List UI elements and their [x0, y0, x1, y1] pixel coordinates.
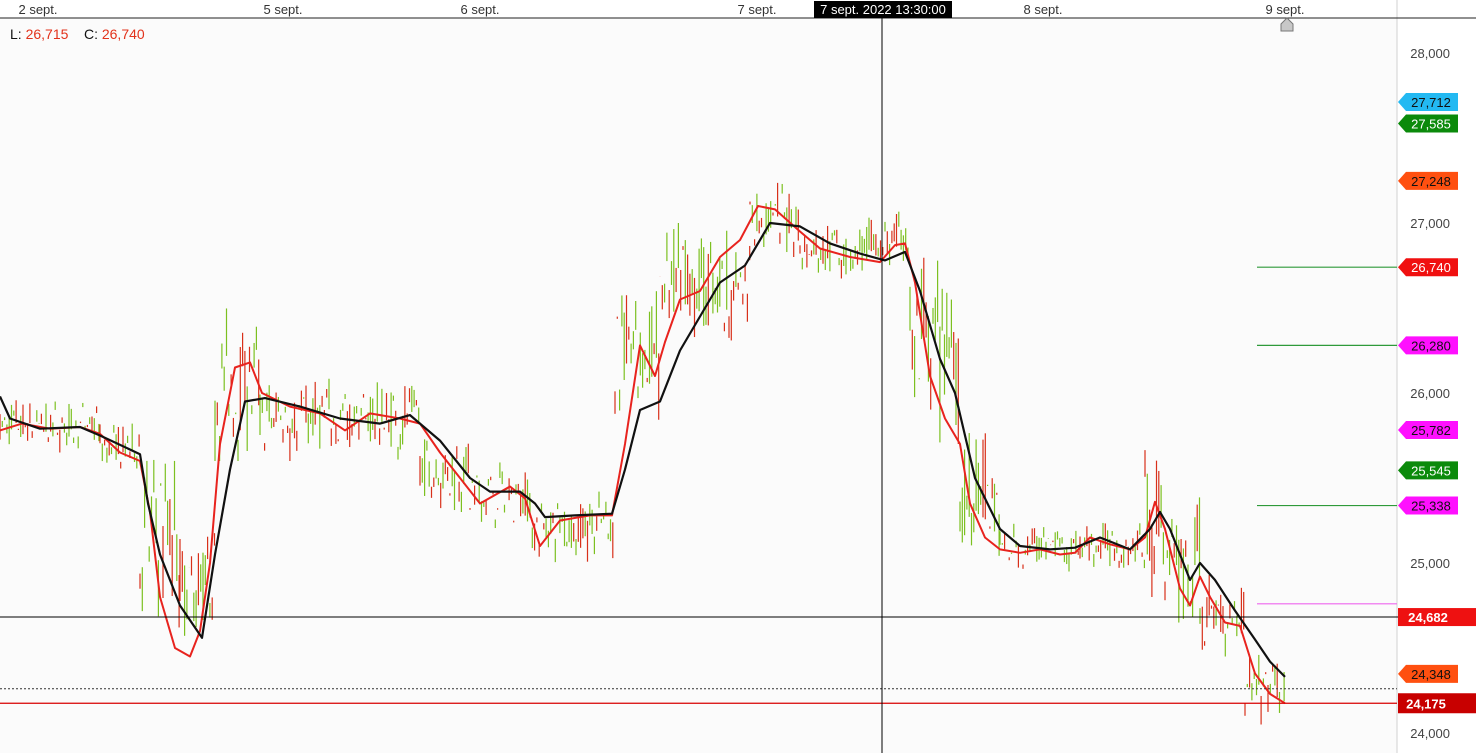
x-tick-label: 8 sept.: [1023, 2, 1062, 17]
price-tag-label: 26,740: [1411, 260, 1451, 275]
low-label: L:: [10, 26, 22, 42]
low-value: 26,715: [25, 26, 69, 42]
price-tag: 27,585: [1398, 114, 1458, 133]
price-tag: 25,782: [1398, 421, 1458, 440]
price-tag: 27,248: [1398, 171, 1458, 190]
y-tick-label: 27,000: [1410, 216, 1450, 231]
y-tick-label: 25,000: [1410, 556, 1450, 571]
x-tick-label: 2 sept.: [18, 2, 57, 17]
price-tag: 26,740: [1398, 258, 1458, 277]
x-tick-label: 5 sept.: [263, 2, 302, 17]
close-value: 26,740: [101, 26, 145, 42]
y-tick-label: 28,000: [1410, 46, 1450, 61]
price-chart[interactable]: 2 sept. 5 sept. 6 sept. 7 sept. 8 sept. 9 sep…: [0, 0, 1476, 753]
y-tick-label: 24,000: [1410, 726, 1450, 741]
price-tag-label: 26,280: [1411, 338, 1451, 353]
y-tick-label: 26,000: [1410, 386, 1450, 401]
ohlc-readout: L: 26,715 C: 26,740: [10, 26, 145, 42]
price-tag-label: 25,782: [1411, 423, 1451, 438]
price-tag: 26,280: [1398, 336, 1458, 355]
price-tag: 27,712: [1398, 92, 1458, 111]
x-tick-label: 7 sept.: [737, 2, 776, 17]
current-price-label: 24,175: [1406, 696, 1446, 711]
price-tag: 25,338: [1398, 496, 1458, 515]
crosshair-price-label: 24,682: [1408, 610, 1448, 625]
price-tag-label: 24,348: [1411, 667, 1451, 682]
x-tick-label: 6 sept.: [460, 2, 499, 17]
close-label: C:: [83, 26, 98, 42]
price-tag-label: 25,338: [1411, 499, 1451, 514]
price-tag-label: 27,712: [1411, 95, 1451, 110]
crosshair-time-label: 7 sept. 2022 13:30:00: [820, 2, 946, 17]
price-tag-label: 27,248: [1411, 174, 1451, 189]
x-tick-label: 9 sept.: [1265, 2, 1304, 17]
plot-area: [0, 18, 1397, 753]
price-tag: 25,545: [1398, 461, 1458, 480]
price-tag: 24,348: [1398, 664, 1458, 683]
price-tag-label: 27,585: [1411, 117, 1451, 132]
price-tag-label: 25,545: [1411, 463, 1451, 478]
